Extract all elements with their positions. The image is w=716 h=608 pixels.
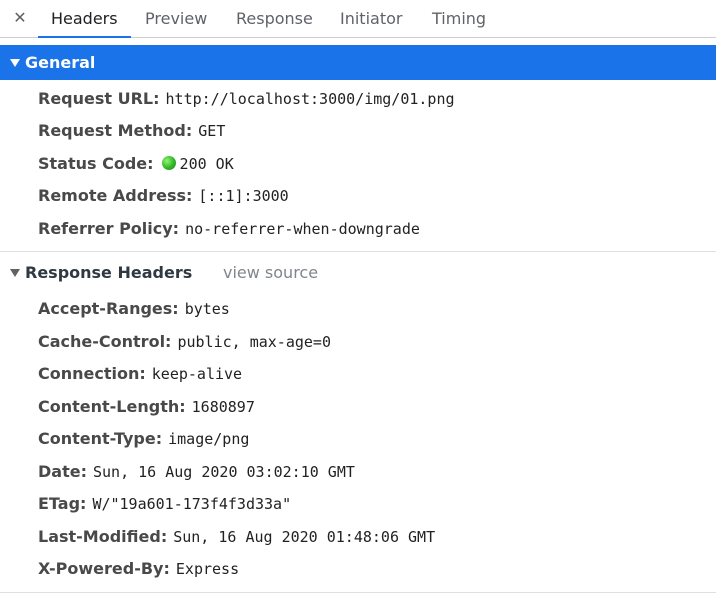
triangle-down-icon — [10, 269, 20, 277]
header-name: Last-Modified: — [38, 527, 168, 546]
section-divider — [0, 592, 716, 593]
response-row-date: Date: Sun, 16 Aug 2020 03:02:10 GMT — [38, 456, 355, 488]
header-name: Connection: — [38, 364, 146, 383]
response-headers-section-title: Response Headers — [25, 263, 193, 282]
headers-pane: General Request URL: http://localhost:300… — [0, 40, 716, 608]
header-name: Request Method: — [38, 121, 193, 140]
triangle-down-icon — [10, 59, 20, 67]
header-name: Content-Type: — [38, 429, 163, 448]
header-name: Date: — [38, 462, 87, 481]
response-row-content-type: Content-Type: image/png — [38, 423, 249, 455]
status-dot-icon — [161, 156, 176, 170]
header-name: Cache-Control: — [38, 332, 172, 351]
tab-headers[interactable]: Headers — [38, 0, 131, 38]
header-value: 1680897 — [191, 398, 255, 416]
tab-initiator[interactable]: Initiator — [340, 0, 402, 38]
header-value: no-referrer-when-downgrade — [185, 220, 420, 238]
general-row-status-code: Status Code: 200 OK — [38, 148, 234, 180]
header-value: http://localhost:3000/img/01.png — [165, 90, 455, 108]
header-value: Sun, 16 Aug 2020 03:02:10 GMT — [92, 463, 355, 481]
header-name: X-Powered-By: — [38, 559, 170, 578]
response-row-x-powered-by: X-Powered-By: Express — [38, 553, 239, 585]
header-name: Request URL: — [38, 89, 160, 108]
header-name: Remote Address: — [38, 186, 193, 205]
header-value: [::1]:3000 — [198, 187, 289, 205]
response-headers-section-header[interactable]: Response Headers view source — [0, 255, 716, 290]
header-value: Express — [175, 560, 240, 578]
tab-timing[interactable]: Timing — [432, 0, 486, 38]
header-value: W/"19a601-173f4f3d33a" — [92, 495, 292, 513]
header-value: keep-alive — [151, 365, 243, 383]
header-value: 200 OK — [179, 155, 234, 173]
general-row-referrer-policy: Referrer Policy: no-referrer-when-downgra… — [38, 213, 420, 245]
general-row-remote-address: Remote Address: [::1]:3000 — [38, 180, 289, 212]
header-value: bytes — [184, 300, 230, 318]
view-source-link[interactable]: view source — [223, 255, 318, 290]
close-icon[interactable]: ✕ — [11, 8, 29, 28]
header-value: image/png — [168, 430, 250, 448]
response-row-content-length: Content-Length: 1680897 — [38, 391, 255, 423]
header-name: Content-Length: — [38, 397, 186, 416]
header-value: Sun, 16 Aug 2020 01:48:06 GMT — [173, 528, 436, 546]
header-value: GET — [198, 122, 226, 140]
header-name: Referrer Policy: — [38, 219, 180, 238]
general-section-header[interactable]: General — [0, 45, 716, 80]
tab-response[interactable]: Response — [236, 0, 313, 38]
header-name: ETag: — [38, 494, 87, 513]
section-divider — [0, 251, 716, 252]
tab-preview[interactable]: Preview — [145, 0, 207, 38]
header-name: Accept-Ranges: — [38, 299, 179, 318]
tab-bar: ✕ Headers Preview Response Initiator Tim… — [0, 0, 716, 38]
header-value: public, max-age=0 — [177, 333, 331, 351]
general-section-title: General — [25, 53, 96, 72]
response-row-connection: Connection: keep-alive — [38, 358, 242, 390]
response-row-cache-control: Cache-Control: public, max-age=0 — [38, 326, 331, 358]
response-row-accept-ranges: Accept-Ranges: bytes — [38, 293, 230, 325]
header-name: Status Code: — [38, 154, 154, 173]
response-row-etag: ETag: W/"19a601-173f4f3d33a" — [38, 488, 291, 520]
general-row-request-method: Request Method: GET — [38, 115, 225, 147]
general-row-request-url: Request URL: http://localhost:3000/img/01… — [38, 83, 455, 115]
response-row-last-modified: Last-Modified: Sun, 16 Aug 2020 01:48:06 … — [38, 521, 435, 553]
